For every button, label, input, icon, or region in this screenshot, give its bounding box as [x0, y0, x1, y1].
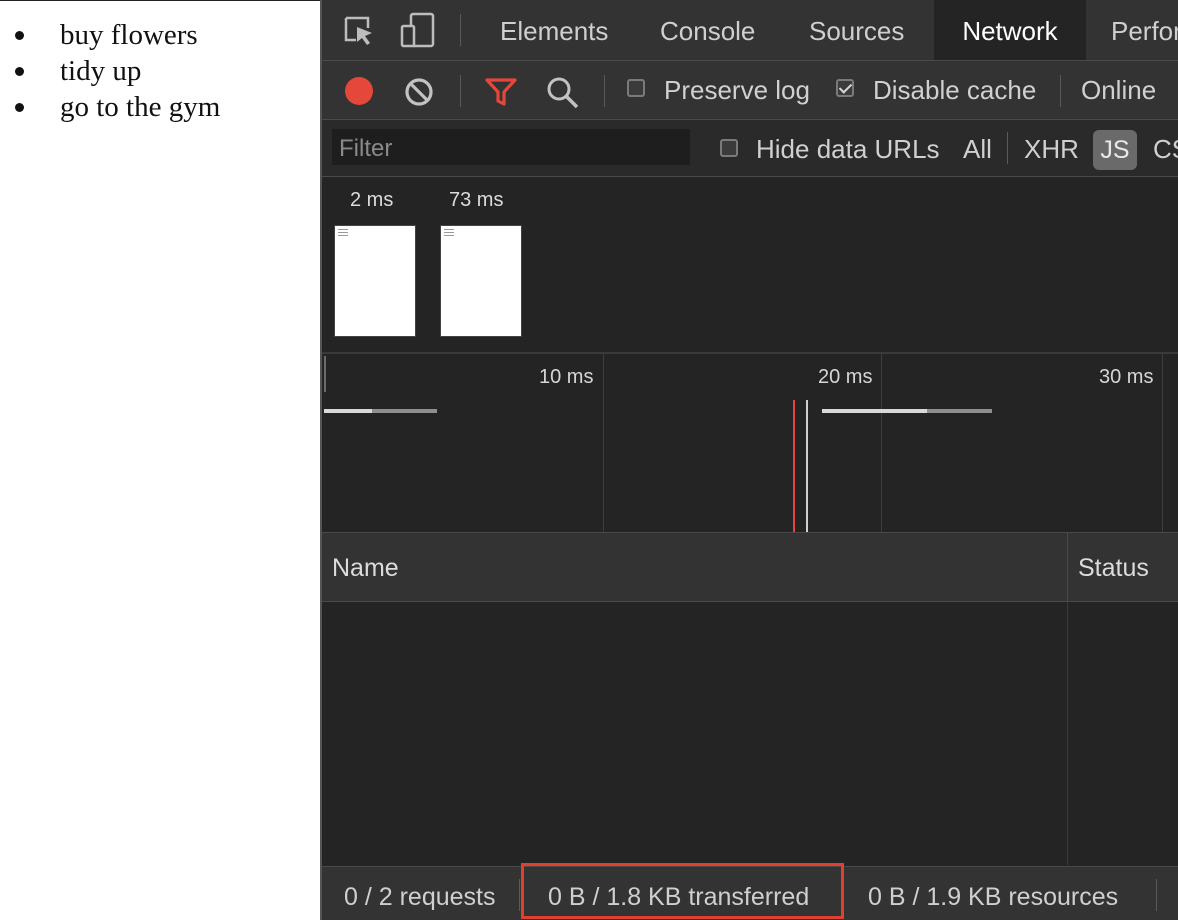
bullet — [15, 67, 24, 76]
tab-console[interactable]: Console — [660, 0, 755, 60]
tick-label: 30 ms — [1099, 366, 1154, 388]
highlight-box — [521, 863, 844, 919]
tab-sources[interactable]: Sources — [809, 0, 904, 60]
tick-label: 20 ms — [818, 366, 873, 388]
screenshot-time: 2 ms — [350, 189, 394, 211]
dom-content-loaded-line — [806, 400, 808, 532]
devtools-tabbar: Elements Console Sources Network Perfor — [322, 0, 1178, 61]
separator — [460, 75, 461, 107]
screenshots-filmstrip: 2 ms 73 ms — [322, 177, 1178, 354]
request-bar — [927, 409, 992, 413]
type-filter-css[interactable]: CS — [1153, 134, 1178, 165]
list-item: go to the gym — [0, 89, 220, 125]
requests-table-body[interactable] — [322, 602, 1178, 865]
request-bar — [822, 409, 927, 413]
grid-line — [881, 354, 882, 532]
list-item: tidy up — [0, 53, 220, 89]
type-filter-js[interactable]: JS — [1093, 130, 1137, 170]
inspect-element-icon[interactable] — [342, 14, 376, 53]
search-icon[interactable] — [546, 76, 580, 115]
column-name[interactable]: Name — [332, 533, 399, 601]
grid-line — [603, 354, 604, 532]
preserve-log-label[interactable]: Preserve log — [664, 75, 810, 106]
screenshot-time: 73 ms — [449, 189, 504, 211]
tick-label: 10 ms — [539, 366, 594, 388]
grid-line — [1162, 354, 1163, 532]
tab-elements[interactable]: Elements — [500, 0, 608, 60]
network-status-bar: 0 / 2 requests 0 B / 1.8 KB transferred … — [322, 863, 1178, 920]
column-status[interactable]: Status — [1078, 533, 1149, 601]
device-toolbar-icon[interactable] — [400, 12, 436, 53]
requests-table-header: Name Status — [322, 533, 1178, 602]
clear-icon[interactable] — [404, 77, 434, 112]
bullet — [15, 103, 24, 112]
separator — [1156, 879, 1157, 911]
filter-bar: Hide data URLs All XHR CS — [322, 120, 1178, 177]
requests-count: 0 / 2 requests — [344, 883, 496, 911]
list-item-text: buy flowers — [60, 19, 198, 51]
type-filter-xhr[interactable]: XHR — [1024, 134, 1079, 165]
page-viewport: buy flowers tidy up go to the gym — [0, 0, 320, 920]
devtools-panel: Elements Console Sources Network Perfor — [320, 0, 1178, 920]
separator — [519, 879, 520, 911]
todo-list: buy flowers tidy up go to the gym — [0, 17, 220, 125]
hide-data-urls-checkbox[interactable] — [720, 139, 738, 157]
filter-icon[interactable] — [485, 77, 517, 112]
request-bar — [324, 409, 372, 413]
separator — [460, 14, 461, 46]
separator — [1060, 75, 1061, 107]
tab-performance[interactable]: Perfor — [1111, 0, 1178, 60]
screenshot-thumbnail[interactable] — [334, 225, 416, 337]
screenshot-thumbnail[interactable] — [440, 225, 522, 337]
request-bar — [372, 409, 437, 413]
resources-size: 0 B / 1.9 KB resources — [868, 883, 1119, 911]
column-divider — [1067, 602, 1068, 865]
separator — [1007, 132, 1008, 164]
preserve-log-checkbox[interactable] — [627, 79, 645, 97]
type-filter-all[interactable]: All — [963, 134, 992, 165]
list-item: buy flowers — [0, 17, 220, 53]
hide-data-urls-label[interactable]: Hide data URLs — [756, 134, 940, 165]
column-divider[interactable] — [1067, 533, 1068, 601]
disable-cache-checkbox[interactable] — [836, 79, 854, 97]
network-toolbar: Preserve log Disable cache Online — [322, 61, 1178, 120]
network-overview[interactable]: 10 ms 20 ms 30 ms — [322, 354, 1178, 533]
record-icon[interactable] — [344, 76, 374, 111]
overview-handle[interactable] — [324, 356, 326, 392]
bullet — [15, 31, 24, 40]
disable-cache-label[interactable]: Disable cache — [873, 75, 1036, 106]
list-item-text: tidy up — [60, 55, 142, 87]
load-event-line — [793, 400, 795, 532]
throttling-select[interactable]: Online — [1081, 75, 1156, 106]
separator — [604, 75, 605, 107]
tab-network[interactable]: Network — [934, 0, 1086, 60]
list-item-text: go to the gym — [60, 91, 221, 123]
filter-input[interactable] — [332, 129, 690, 165]
